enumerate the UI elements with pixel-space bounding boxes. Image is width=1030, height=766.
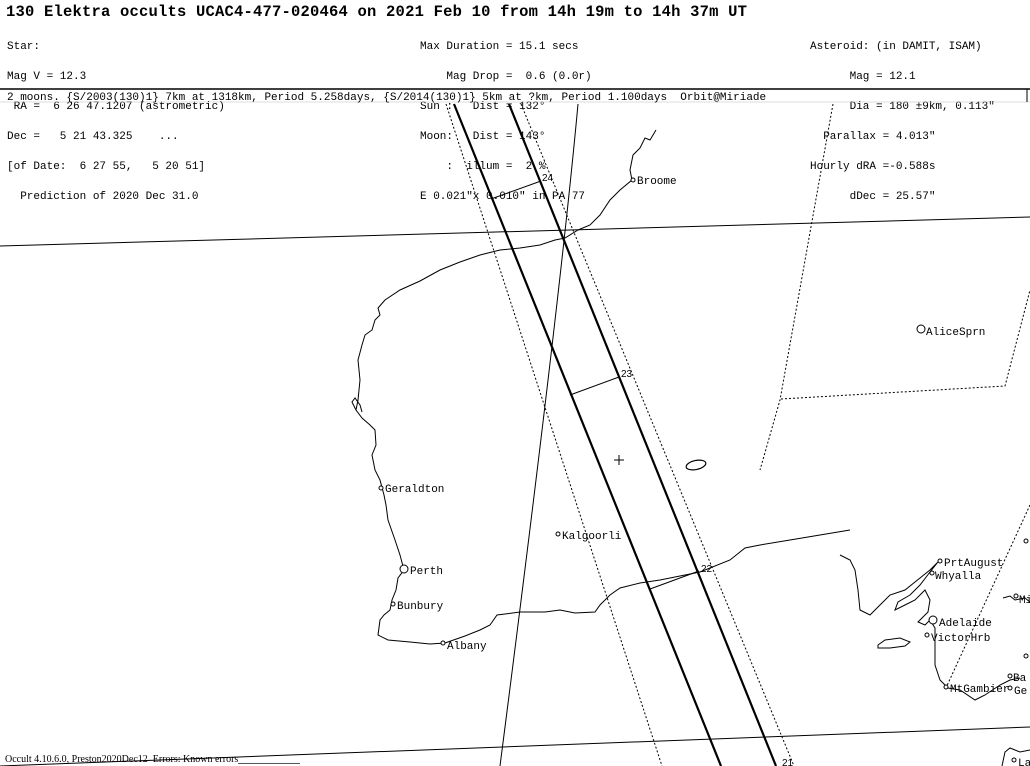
path-limit-dotted-left bbox=[445, 103, 663, 766]
footer-underline bbox=[238, 763, 300, 764]
time-mark-label: 23 bbox=[621, 369, 633, 380]
city-dot-icon bbox=[630, 177, 636, 183]
city-albany: Albany bbox=[440, 640, 487, 653]
time-tick-line bbox=[490, 180, 542, 200]
city-dot-icon bbox=[390, 601, 396, 607]
city-mildura-partial: Mi bbox=[1013, 593, 1030, 607]
city-label: MtGambier bbox=[950, 684, 1009, 696]
city-geelong-partial: Ge bbox=[1007, 685, 1027, 698]
city-label: Bunbury bbox=[397, 601, 444, 613]
city-whyalla: Whyalla bbox=[929, 570, 982, 583]
city-geraldton: Geraldton bbox=[378, 484, 444, 496]
city-label: Broome bbox=[637, 176, 677, 188]
border-line bbox=[759, 103, 834, 471]
path-limit-right bbox=[507, 103, 778, 766]
city-port-augusta: PrtAugust bbox=[937, 558, 1003, 570]
city-dot-icon bbox=[1023, 538, 1029, 544]
city-ballarat-partial: Ba bbox=[1007, 673, 1027, 685]
latitude-line bbox=[0, 216, 1030, 247]
moons-info-line: 2 moons. {S/2003(130)1} 7km at 1318km, P… bbox=[7, 92, 767, 104]
city-perth: Perth bbox=[399, 564, 443, 578]
occultation-map: 24 23 22 21 Broome AliceSprn Geraldton K… bbox=[0, 88, 1030, 766]
city-label: VictorHrb bbox=[931, 633, 990, 645]
city-dot-icon bbox=[928, 615, 938, 625]
city-dot-icon bbox=[1007, 673, 1013, 679]
border-line bbox=[780, 289, 1030, 400]
city-label: Perth bbox=[410, 566, 443, 578]
city-dot-icon bbox=[1013, 593, 1019, 599]
path-limit-left bbox=[452, 103, 723, 766]
city-dot-icon bbox=[1007, 685, 1013, 691]
longitude-line bbox=[499, 103, 579, 766]
city-dot-icon bbox=[399, 564, 409, 574]
coastline-south-australia bbox=[839, 554, 1021, 701]
city-dot-icon bbox=[1011, 757, 1017, 763]
city-label: PrtAugust bbox=[944, 558, 1003, 570]
city-dot-icon bbox=[555, 531, 561, 537]
time-mark-label: 21 bbox=[782, 758, 794, 766]
city-label: La bbox=[1018, 758, 1030, 766]
city-dot-icon bbox=[929, 570, 935, 576]
center-cross-icon bbox=[614, 455, 624, 465]
city-broome: Broome bbox=[630, 176, 677, 188]
city-launceston-partial: La bbox=[1011, 757, 1030, 766]
kangaroo-island bbox=[877, 637, 911, 649]
city-label: Adelaide bbox=[939, 618, 992, 630]
footer-credits: Occult 4.10.6.0, Preston2020Dec12 Errors… bbox=[5, 754, 239, 765]
city-label: Ba bbox=[1013, 673, 1027, 685]
city-dot-icon bbox=[924, 632, 930, 638]
city-dot-icon bbox=[943, 684, 949, 690]
path-limit-dotted-right bbox=[520, 103, 795, 766]
city-label: Whyalla bbox=[935, 571, 982, 583]
city-adelaide: Adelaide bbox=[928, 615, 992, 630]
error-ellipse bbox=[685, 459, 707, 471]
time-tick-line bbox=[569, 376, 620, 396]
city-label: AliceSprn bbox=[926, 327, 985, 339]
city-dot-icon bbox=[378, 485, 384, 491]
city-label: Mi bbox=[1019, 595, 1030, 607]
city-dot-icon bbox=[937, 558, 943, 564]
city-dot-icon bbox=[1023, 653, 1029, 659]
time-mark-label: 22 bbox=[701, 564, 713, 575]
city-alice-springs: AliceSprn bbox=[916, 324, 985, 339]
city-label: Kalgoorli bbox=[562, 531, 622, 543]
city-kalgoorlie: Kalgoorli bbox=[555, 531, 622, 543]
city-label: Albany bbox=[447, 641, 487, 653]
city-dot-icon bbox=[916, 324, 926, 334]
city-victor-harbor: VictorHrb bbox=[924, 632, 990, 645]
city-label: Geraldton bbox=[385, 484, 444, 496]
city-bunbury: Bunbury bbox=[390, 601, 444, 613]
city-dot-icon bbox=[440, 640, 446, 646]
time-mark-label: 24 bbox=[542, 173, 554, 184]
city-label: Ge bbox=[1014, 686, 1027, 698]
city-mount-gambier: MtGambier bbox=[943, 684, 1009, 696]
